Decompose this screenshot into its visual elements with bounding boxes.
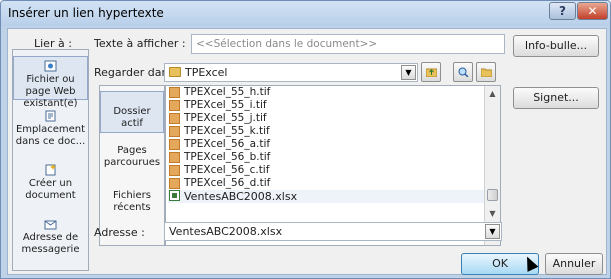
image-file-icon xyxy=(169,87,180,98)
link-to-place-in-doc-label: Emplacement dans ce doc... xyxy=(15,124,86,147)
text-to-display-input[interactable]: <<Sélection dans le document>> xyxy=(191,34,505,54)
scroll-down-icon[interactable]: ▼ xyxy=(485,206,500,221)
file-item[interactable]: TPEXcel_56_c.tif xyxy=(168,165,486,176)
file-item[interactable]: TPEXcel_56_b.tif xyxy=(168,152,486,163)
browsed-pages-tab[interactable]: Pages parcourues xyxy=(100,141,164,177)
screentip-button[interactable]: Info-bulle... xyxy=(513,35,599,57)
file-name: TPEXcel_55_h.tif xyxy=(184,86,271,98)
file-name: VentesABC2008.xlsx xyxy=(184,190,298,203)
dialog-body: Lier à : Fichier ou page Web existant(e)… xyxy=(7,28,607,275)
address-value: VentesABC2008.xlsx xyxy=(169,225,283,238)
link-to-email[interactable]: Adresse de messagerie xyxy=(13,216,88,264)
chevron-down-icon[interactable]: ▼ xyxy=(401,65,416,80)
link-to-place-in-doc[interactable]: Emplacement dans ce doc... xyxy=(13,108,88,154)
link-to-bar: Fichier ou page Web existant(e) Emplacem… xyxy=(12,49,89,271)
file-item-selected[interactable]: VentesABC2008.xlsx xyxy=(168,190,486,203)
link-to-existing-file-label: Fichier ou page Web existant(e) xyxy=(23,74,78,109)
image-file-icon xyxy=(169,152,180,163)
file-name: TPEXcel_55_k.tif xyxy=(184,125,270,137)
help-button[interactable]: ? xyxy=(549,2,576,20)
browse-file-button[interactable] xyxy=(476,62,496,82)
excel-file-icon xyxy=(169,190,180,201)
file-item[interactable]: TPEXcel_55_h.tif xyxy=(168,87,486,98)
parent-folder-button[interactable] xyxy=(421,62,441,82)
image-file-icon xyxy=(169,139,180,150)
file-name: TPEXcel_55_i.tif xyxy=(184,99,267,111)
address-label: Adresse : xyxy=(94,226,145,239)
browse-web-icon xyxy=(458,67,469,77)
new-document-icon xyxy=(45,164,56,176)
document-place-icon xyxy=(45,110,56,122)
title-bar: Insérer un lien hypertexte ? ✕ xyxy=(1,1,610,26)
link-to-email-label: Adresse de messagerie xyxy=(21,232,80,255)
chevron-down-icon[interactable]: ▼ xyxy=(485,224,500,239)
browse-web-button[interactable] xyxy=(453,62,473,82)
file-name: TPEXcel_56_c.tif xyxy=(184,164,270,176)
file-name: TPEXcel_56_a.tif xyxy=(184,138,271,150)
link-to-existing-file[interactable]: Fichier ou page Web existant(e) xyxy=(13,56,88,109)
link-to-new-document[interactable]: Créer un document xyxy=(13,162,88,208)
file-name: TPEXcel_56_b.tif xyxy=(184,151,271,163)
scrollbar-thumb[interactable] xyxy=(487,189,498,201)
close-button[interactable]: ✕ xyxy=(577,2,608,20)
look-in-dropdown[interactable]: TPExcel ▼ xyxy=(164,63,418,82)
email-icon xyxy=(44,220,57,230)
file-name: TPEXcel_56_d.tif xyxy=(184,177,271,189)
file-item[interactable]: TPEXcel_55_k.tif xyxy=(168,126,486,137)
file-item[interactable]: TPEXcel_55_j.tif xyxy=(168,113,486,124)
image-file-icon xyxy=(169,100,180,111)
parent-folder-icon xyxy=(426,68,437,77)
image-file-icon xyxy=(169,113,180,124)
address-input[interactable]: VentesABC2008.xlsx ▼ xyxy=(164,222,502,241)
file-name: TPEXcel_55_j.tif xyxy=(184,112,267,124)
current-folder-tab[interactable]: Dossier actif xyxy=(100,91,164,133)
browse-side-panel: Dossier actif Pages parcourues Fichiers … xyxy=(99,85,165,246)
file-item[interactable]: TPEXcel_55_i.tif xyxy=(168,100,486,111)
dialog-window: Insérer un lien hypertexte ? ✕ Lier à : … xyxy=(0,0,611,279)
file-item[interactable]: TPEXcel_56_a.tif xyxy=(168,139,486,150)
link-to-new-document-label: Créer un document xyxy=(25,178,76,201)
open-folder-icon xyxy=(481,68,492,77)
current-folder-label: Dossier actif xyxy=(113,106,151,129)
bookmark-button[interactable]: Signet... xyxy=(513,87,599,109)
look-in-value: TPExcel xyxy=(185,66,228,79)
recent-files-tab[interactable]: Fichiers récents xyxy=(100,186,164,222)
file-item[interactable]: TPEXcel_56_d.tif xyxy=(168,178,486,189)
cancel-button[interactable]: Annuler xyxy=(545,253,603,275)
web-page-icon xyxy=(44,60,57,72)
dialog-title: Insérer un lien hypertexte xyxy=(8,6,164,20)
folder-icon xyxy=(169,67,181,77)
text-to-display-label: Texte à afficher : xyxy=(94,37,186,50)
scroll-up-icon[interactable]: ▲ xyxy=(485,86,500,101)
image-file-icon xyxy=(169,165,180,176)
browsed-pages-label: Pages parcourues xyxy=(103,145,161,168)
image-file-icon xyxy=(169,178,180,189)
image-file-icon xyxy=(169,126,180,137)
recent-files-label: Fichiers récents xyxy=(113,190,151,213)
